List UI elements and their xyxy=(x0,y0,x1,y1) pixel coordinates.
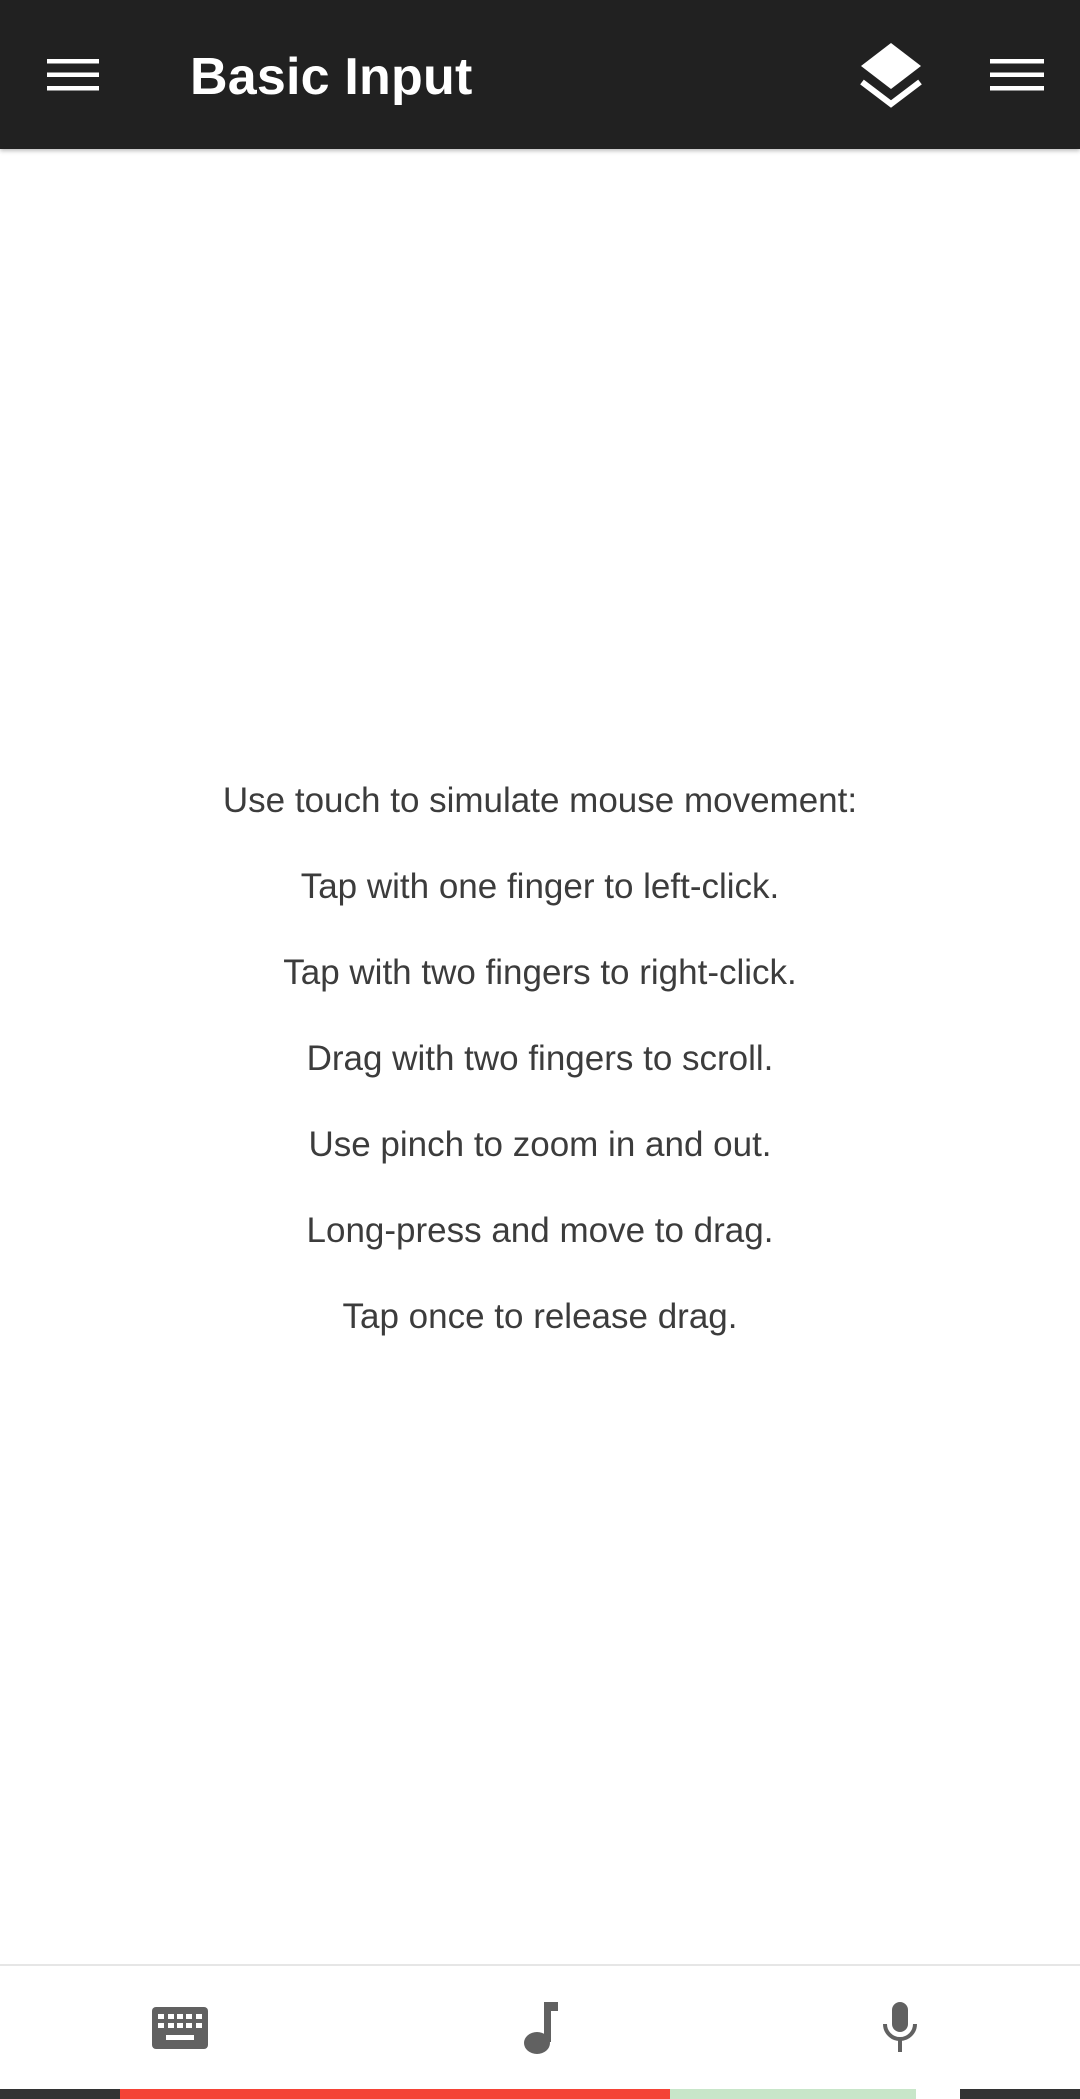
instruction-line: Drag with two fingers to scroll. xyxy=(306,1039,774,1078)
connection-status-strip xyxy=(0,2089,1080,2099)
hamburger-menu-icon xyxy=(47,58,99,90)
instruction-line: Tap with two fingers to right-click. xyxy=(283,953,797,992)
status-segment xyxy=(670,2089,916,2099)
app-bar: Basic Input xyxy=(0,0,1080,149)
nav-drawer-button[interactable] xyxy=(20,0,126,149)
layers-button[interactable] xyxy=(838,0,944,149)
instruction-line: Tap once to release drag. xyxy=(342,1297,738,1336)
instruction-line: Tap with one finger to left-click. xyxy=(300,867,780,906)
status-segment xyxy=(0,2089,120,2099)
overflow-menu-icon xyxy=(990,58,1044,90)
instruction-line: Long-press and move to drag. xyxy=(306,1211,774,1250)
instruction-line: Use pinch to zoom in and out. xyxy=(308,1125,772,1164)
microphone-icon xyxy=(883,2002,917,2052)
status-segment xyxy=(960,2089,1080,2099)
app-screen: Basic Input Use touch to simulate mouse … xyxy=(0,0,1080,2099)
status-segment xyxy=(120,2089,670,2099)
overflow-menu-button[interactable] xyxy=(964,0,1070,149)
page-title: Basic Input xyxy=(190,48,473,106)
audio-button[interactable] xyxy=(450,1966,630,2090)
status-segment xyxy=(916,2089,960,2099)
microphone-button[interactable] xyxy=(810,1966,990,2090)
instructions-panel: Use touch to simulate mouse movement: Ta… xyxy=(0,763,1080,1365)
layers-icon xyxy=(860,42,922,108)
bottom-toolbar xyxy=(0,1966,1080,2090)
music-note-icon xyxy=(524,2002,558,2054)
keyboard-icon xyxy=(152,2007,208,2049)
instruction-line: Use touch to simulate mouse movement: xyxy=(222,781,858,820)
keyboard-button[interactable] xyxy=(90,1966,270,2090)
